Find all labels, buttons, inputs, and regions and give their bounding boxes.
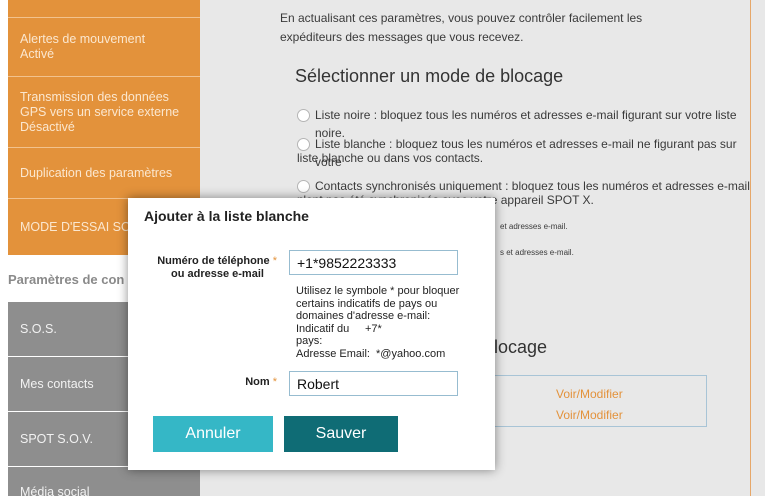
radio-blacklist[interactable] — [297, 109, 310, 122]
sidebar-item-label: Alertes de mouvement — [20, 32, 146, 46]
help-country-label: pays: — [296, 335, 323, 347]
partial-text: s et adresses e-mail. — [500, 248, 574, 257]
sidebar-item-label: SPOT S.O.V. — [20, 432, 93, 446]
intro-text: expéditeurs des messages que vous receve… — [280, 30, 524, 44]
sidebar-item-label: Duplication des paramètres — [20, 165, 173, 180]
help-line: domaines d'adresse e-mail: — [296, 310, 431, 322]
sidebar-item-partial[interactable] — [8, 0, 200, 17]
name-input[interactable] — [289, 371, 458, 396]
name-label: Nom * — [245, 376, 277, 389]
option-whitelist-text: liste blanche ou dans vos contacts. — [297, 151, 484, 165]
blocking-mode-heading: Sélectionner un mode de blocage — [295, 66, 564, 86]
partial-text: et adresses e-mail. — [500, 222, 568, 231]
help-line: certains indicatifs de pays ou — [296, 297, 438, 310]
sidebar-item-label: S.O.S. — [20, 322, 57, 336]
sidebar-item-status: Désactivé — [20, 119, 75, 134]
sidebar-item-gps-transmission[interactable]: Transmission des données GPS vers un ser… — [8, 77, 200, 147]
help-line: Utilisez le symbole * pour bloquer — [296, 285, 460, 297]
dialog-title: Ajouter à la liste blanche — [144, 208, 309, 224]
sidebar-item-status: Activé — [20, 47, 55, 61]
name-label-text: Nom — [245, 376, 270, 388]
help-country-label: Indicatif du — [296, 322, 350, 335]
sidebar-item-duplicate-settings[interactable]: Duplication des paramètres — [8, 148, 200, 198]
content-border — [750, 0, 751, 496]
sidebar-section-title: Paramètres de con — [8, 272, 125, 287]
save-button[interactable]: Sauver — [284, 416, 398, 452]
view-edit-link[interactable]: Voir/Modifier — [556, 408, 623, 422]
sidebar-item-label: Média social — [20, 485, 90, 496]
add-whitelist-dialog: Ajouter à la liste blanche Numéro de tél… — [128, 198, 495, 470]
phone-email-label: Numéro de téléphone * ou adresse e-mail — [157, 255, 277, 281]
phone-label-line: Numéro de téléphone — [157, 255, 270, 267]
sidebar-item-label: Mes contacts — [20, 377, 94, 391]
required-star: * — [272, 255, 277, 267]
phone-label-line: ou adresse e-mail — [171, 268, 264, 280]
sidebar-item-motion-alerts[interactable]: Alertes de mouvement Activé — [8, 18, 200, 76]
help-email-value: *@yahoo.com — [376, 347, 446, 360]
view-edit-link[interactable]: Voir/Modifier — [556, 387, 623, 401]
intro-text: En actualisant ces paramètres, vous pouv… — [280, 11, 643, 25]
sidebar-item-label: Transmission des données — [20, 89, 169, 104]
required-star: * — [272, 376, 277, 388]
sidebar-item-label: GPS vers un service externe — [20, 104, 180, 119]
help-country-value: +7* — [365, 322, 382, 335]
help-email-label: Adresse Email: — [296, 347, 370, 360]
list-heading-partial: locage — [494, 337, 548, 357]
cancel-button[interactable]: Annuler — [153, 416, 273, 452]
sidebar-item-social-media[interactable]: Média social — [8, 467, 200, 496]
phone-email-input[interactable] — [289, 250, 458, 275]
